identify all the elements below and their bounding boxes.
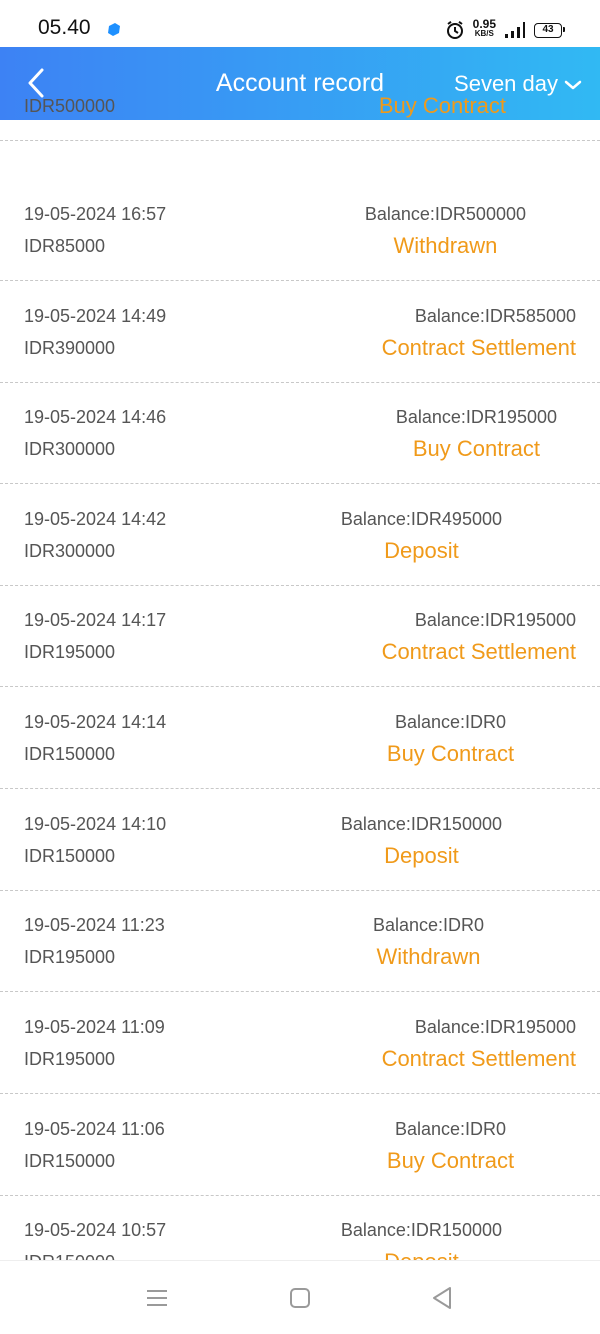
record-row: 19-05-2024 14:46 IDR300000 Balance:IDR1950…	[0, 383, 600, 484]
signal-icon	[505, 22, 525, 38]
network-speed-unit: KB/S	[474, 29, 494, 38]
record-date: 19-05-2024 14:42	[24, 509, 167, 529]
record-row: 19-05-2024 16:57 IDR85000 Balance:IDR50000…	[0, 180, 600, 281]
record-row: 19-05-2024 11:23 IDR195000 Balance:IDR0 Wit…	[0, 891, 600, 992]
record-amount: IDR300000	[24, 439, 116, 459]
record-date: 19-05-2024 14:10	[24, 814, 167, 834]
record-date: 19-05-2024 16:57	[24, 204, 167, 224]
record-row: 19-05-2024 14:42 IDR300000 Balance:IDR4950…	[0, 485, 600, 586]
record-amount: IDR195000	[24, 1049, 116, 1069]
record-balance: Balance:IDR500000	[364, 204, 526, 224]
battery-level: 43	[542, 24, 554, 35]
record-date: 19-05-2024 14:46	[24, 407, 167, 427]
record-row: 19-05-2024 14:49 IDR390000 Balance:IDR5850…	[0, 282, 600, 383]
app-notification-icon	[108, 23, 120, 36]
record-type: Contract Settlement	[381, 335, 576, 360]
record-date: 19-05-2024 11:23	[24, 915, 165, 935]
record-amount: IDR150000	[24, 846, 116, 866]
record-amount: IDR150000	[24, 744, 116, 764]
network-speed-value: 0.95	[472, 17, 496, 31]
status-time: 05.40	[38, 16, 91, 39]
record-amount: IDR195000	[24, 642, 116, 662]
record-balance: Balance:IDR150000	[340, 1220, 502, 1240]
battery-icon: 43	[534, 22, 565, 38]
record-balance: Balance:IDR195000	[414, 610, 576, 630]
record-type: Buy Contract	[378, 93, 506, 118]
record-type: Contract Settlement	[381, 1046, 576, 1071]
record-row: 19-05-2024 11:09 IDR195000 Balance:IDR1950…	[0, 993, 600, 1094]
record-date: 19-05-2024 10:57	[24, 1220, 167, 1240]
record-row: 19-05-2024 14:14 IDR150000 Balance:IDR0 Buy…	[0, 688, 600, 789]
home-square-icon[interactable]	[285, 1283, 315, 1313]
status-icons: 0.95 KB/S 43	[445, 17, 565, 42]
record-balance: Balance:IDR195000	[414, 1017, 576, 1037]
record-type: Buy Contract	[412, 436, 541, 461]
record-amount: IDR150000	[24, 1151, 116, 1171]
record-amount: IDR195000	[24, 947, 116, 967]
record-amount: IDR85000	[24, 236, 106, 256]
record-date: 19-05-2024 11:09	[24, 1017, 165, 1037]
alarm-icon	[446, 20, 463, 39]
record-balance: Balance:IDR195000	[395, 407, 557, 427]
menu-icon[interactable]	[142, 1283, 172, 1313]
record-balance: Balance:IDR585000	[414, 306, 576, 326]
record-amount: IDR300000	[24, 541, 116, 561]
record-row: 19-05-2024 11:06 IDR150000 Balance:IDR0 Buy…	[0, 1095, 600, 1196]
record-row: 19-05-2024 14:10 IDR150000 Balance:IDR1500…	[0, 790, 600, 891]
record-type: Deposit	[384, 538, 459, 563]
record-balance: Balance:IDR0	[394, 712, 506, 732]
record-balance: Balance:IDR0	[394, 1119, 506, 1139]
record-type: Buy Contract	[386, 741, 515, 766]
record-row: 19-05-2024 14:17 IDR195000 Balance:IDR1950…	[0, 586, 600, 687]
record-date: 19-05-2024 14:17	[24, 610, 167, 630]
record-type: Deposit	[384, 843, 459, 868]
record-type: Withdrawn	[393, 233, 498, 258]
record-row: IDR500000 Buy Contract	[0, 40, 600, 141]
record-date: 19-05-2024 14:14	[24, 712, 167, 732]
record-balance: Balance:IDR0	[372, 915, 484, 935]
system-nav-bar	[0, 1260, 600, 1334]
record-type: Withdrawn	[376, 944, 481, 969]
record-date: 19-05-2024 14:49	[24, 306, 167, 326]
network-speed: 0.95 KB/S	[472, 17, 496, 38]
record-balance: Balance:IDR150000	[340, 814, 502, 834]
record-date: 19-05-2024 11:06	[24, 1119, 165, 1139]
back-triangle-icon[interactable]	[428, 1283, 458, 1313]
record-type: Buy Contract	[386, 1148, 515, 1173]
record-balance: Balance:IDR495000	[340, 509, 502, 529]
record-amount: IDR390000	[24, 338, 116, 358]
record-type: Contract Settlement	[381, 639, 576, 664]
record-amount: IDR500000	[24, 96, 116, 116]
